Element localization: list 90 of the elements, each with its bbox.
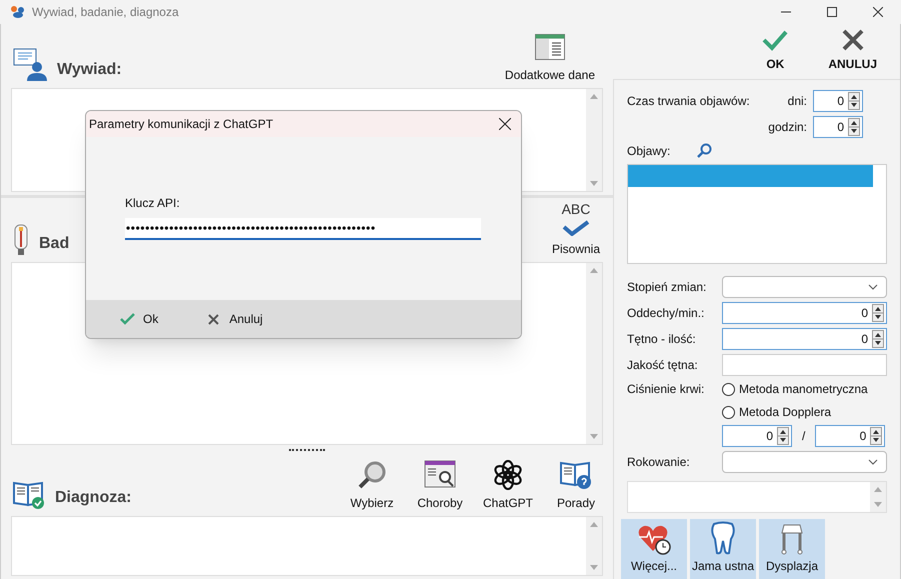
spin-arrows-icon[interactable] [848, 92, 860, 110]
tile-button[interactable]: Jama ustna [690, 519, 756, 579]
table-icon [534, 34, 565, 60]
paw-icon [10, 5, 26, 19]
symptoms-list[interactable] [627, 164, 887, 264]
radio-button[interactable] [722, 406, 735, 418]
field-label: Rokowanie: [627, 454, 691, 471]
spin-field[interactable]: 0 [815, 425, 886, 447]
book-question-icon [560, 460, 592, 490]
spin-arrows-icon[interactable] [777, 427, 789, 445]
checkmark-icon [120, 313, 135, 325]
days-label: dni: [788, 93, 807, 110]
scroll-up-icon[interactable] [589, 267, 599, 273]
section-heading: Diagnoza: [55, 488, 132, 508]
dialog-title: Parametry komunikacji z ChatGPT [89, 116, 274, 133]
text-area[interactable] [627, 481, 887, 513]
field-label: Tętno - ilość: [627, 331, 697, 348]
maximize-icon [827, 7, 837, 17]
magnifier-icon [357, 460, 387, 490]
field-label: Klucz API: [125, 195, 181, 212]
checkmark-icon [562, 220, 590, 236]
tile-button[interactable]: Dysplazja [759, 519, 825, 579]
scroll-up-icon[interactable] [589, 521, 599, 527]
tooth-icon [710, 521, 736, 555]
scroll-down-icon[interactable] [589, 434, 599, 440]
heart-clock-icon [637, 523, 671, 555]
spin-arrows-icon[interactable] [872, 304, 884, 322]
thermometer-icon [13, 224, 29, 256]
ok-button[interactable]: Ok [120, 310, 158, 328]
spin-arrows-icon[interactable] [870, 427, 882, 445]
scroll-down-icon[interactable] [873, 502, 883, 508]
input-field[interactable] [722, 354, 887, 376]
spin-field[interactable]: 0 [813, 90, 863, 112]
cancel-button[interactable]: ANULUJ [828, 29, 877, 73]
spin-arrows-icon[interactable] [872, 330, 884, 348]
dropdown[interactable] [722, 276, 887, 298]
x-mark-icon [842, 29, 864, 51]
cancel-button[interactable]: Anuluj [208, 310, 263, 328]
field-label: Stopień zmian: [627, 279, 708, 296]
toolbar-button[interactable]: Choroby [413, 460, 467, 512]
checkmark-icon [762, 29, 788, 51]
symptoms-label: Objawy: [627, 143, 670, 160]
hours-label: godzin: [768, 119, 807, 136]
search-icon [696, 143, 712, 159]
x-mark-icon [208, 314, 220, 324]
toolbar-button[interactable]: ABC Pisownia [549, 202, 603, 258]
close-button[interactable] [497, 116, 513, 132]
document-search-icon [424, 460, 456, 490]
field-label: Jakość tętna: [627, 357, 699, 374]
window-title: Wywiad, badanie, diagnoza [32, 4, 179, 21]
api-key-field[interactable]: •••••••••••••••••••••••••••••••••••••••••••••••••••• [125, 218, 481, 240]
close-icon [499, 118, 511, 130]
scrollbar[interactable] [870, 482, 886, 512]
spin-arrows-icon[interactable] [848, 118, 860, 136]
scroll-up-icon[interactable] [589, 93, 599, 99]
spin-field[interactable]: 0 [722, 302, 887, 324]
book-check-icon [13, 480, 45, 510]
toolbar-button[interactable]: Wybierz [345, 460, 399, 512]
scroll-down-icon[interactable] [589, 565, 599, 571]
duration-label: Czas trwania objawów: [627, 93, 750, 110]
scroll-up-icon[interactable] [873, 486, 883, 492]
knot-logo-icon [493, 460, 523, 490]
extra-data-button[interactable]: Dodatkowe dane [504, 34, 595, 84]
scroll-down-icon[interactable] [589, 181, 599, 187]
field-label: Oddechy/min.: [627, 305, 706, 322]
close-icon [873, 7, 883, 17]
scrollbar[interactable] [586, 263, 602, 444]
scrollbar[interactable] [586, 517, 602, 575]
section-heading: Wywiad: [57, 60, 122, 80]
dropdown[interactable] [722, 451, 887, 473]
chevron-down-icon [868, 459, 878, 465]
ok-button[interactable]: OK [762, 29, 788, 73]
splitter-grip[interactable] [289, 449, 325, 452]
scrollbar[interactable] [586, 89, 602, 191]
radio-option[interactable]: Metoda manometryczna [722, 380, 868, 398]
separator-label: / [801, 428, 806, 445]
field-label: Ciśnienie krwi: [627, 381, 706, 398]
toolbar-button[interactable]: ChatGPT [481, 460, 535, 512]
spin-field[interactable]: 0 [813, 116, 863, 138]
radio-button[interactable] [722, 382, 735, 396]
radio-option[interactable]: Metoda Dopplera [722, 403, 868, 421]
person-speech-icon [13, 48, 47, 82]
section-heading: Bad [39, 234, 70, 254]
chevron-down-icon [868, 284, 878, 290]
text-area[interactable] [11, 516, 603, 576]
tile-button[interactable]: Więcej... [621, 519, 687, 579]
abc-label: ABC [562, 202, 590, 216]
spin-field[interactable]: 0 [722, 328, 887, 350]
toolbar-button[interactable]: Porady [549, 460, 603, 512]
spin-field[interactable]: 0 [722, 425, 792, 447]
